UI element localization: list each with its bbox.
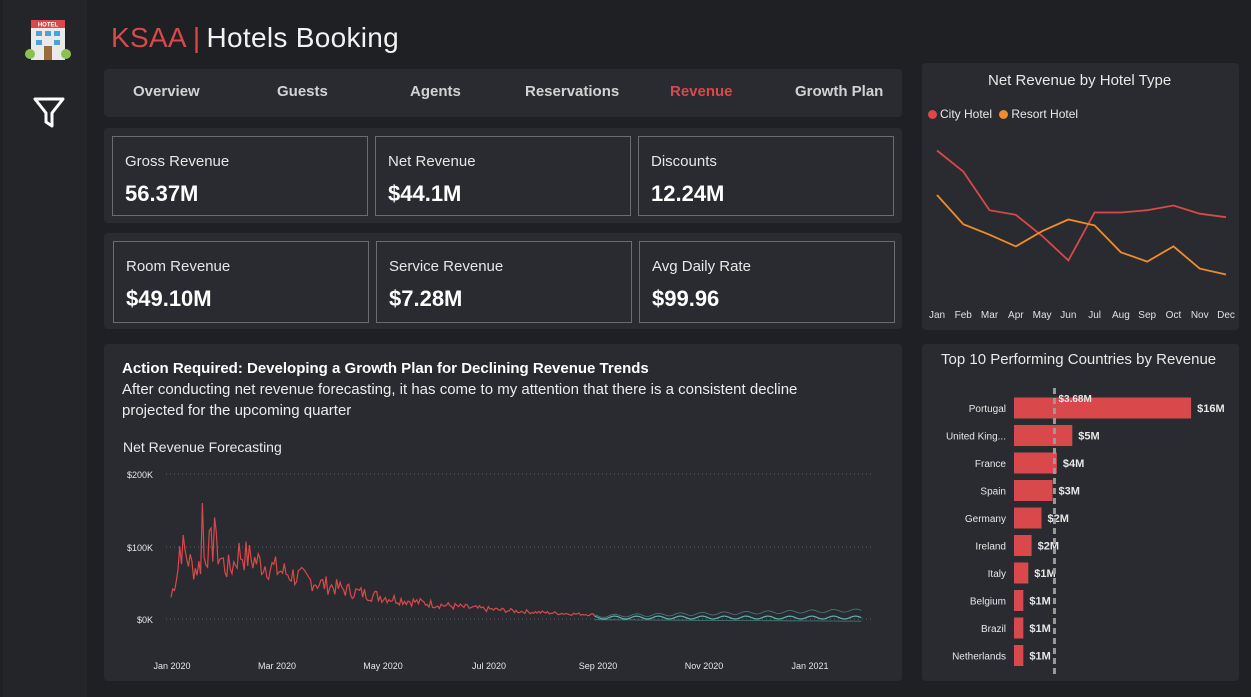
sidebar: HOTEL bbox=[3, 0, 87, 697]
kpi-value: 12.24M bbox=[651, 181, 725, 206]
hotel-sign-text: HOTEL bbox=[38, 23, 59, 29]
kpi-service-revenue: Service Revenue $7.28M bbox=[376, 241, 632, 323]
brand-name: KSAA bbox=[111, 22, 187, 53]
net-revenue-by-hotel-type-panel: Net Revenue by Hotel Type City Hotel Res… bbox=[922, 63, 1239, 330]
bar-value-label: $3M bbox=[1059, 486, 1080, 498]
tab-overview[interactable]: Overview bbox=[133, 83, 200, 100]
kpi-label: Discounts bbox=[651, 153, 717, 170]
country-label: Portugal bbox=[969, 404, 1006, 415]
kpi-label: Service Revenue bbox=[389, 258, 504, 275]
kpi-discounts: Discounts 12.24M bbox=[638, 136, 894, 216]
country-bar bbox=[1014, 397, 1192, 419]
kpi-value: $49.10M bbox=[126, 286, 212, 311]
country-label: Brazil bbox=[981, 624, 1006, 635]
x-tick-label: Jun bbox=[1060, 310, 1076, 321]
bar-value-label: $5M bbox=[1078, 431, 1099, 443]
x-tick-label: Aug bbox=[1112, 310, 1130, 321]
x-tick-label: Nov bbox=[1191, 310, 1209, 321]
kpi-avg-daily-rate: Avg Daily Rate $99.96 bbox=[639, 241, 895, 323]
bar-value-label: $1M bbox=[1029, 596, 1050, 608]
bar-value-label: $4M bbox=[1063, 458, 1084, 470]
bar-value-label: $16M bbox=[1197, 403, 1225, 415]
bar-value-label: $1M bbox=[1034, 568, 1055, 580]
x-tick-label: Sep bbox=[1138, 310, 1156, 321]
x-tick-label: Feb bbox=[955, 310, 973, 321]
kpi-label: Avg Daily Rate bbox=[652, 258, 751, 275]
dashboard-title: Hotels Booking bbox=[206, 22, 400, 53]
kpi-label: Net Revenue bbox=[388, 153, 476, 170]
x-tick-label: Jan bbox=[929, 310, 945, 321]
bar-value-label: $1M bbox=[1029, 623, 1050, 635]
y-tick-label: $0K bbox=[137, 615, 153, 625]
tab-guests[interactable]: Guests bbox=[277, 83, 328, 100]
country-bar bbox=[1014, 590, 1024, 611]
x-tick-label: Dec bbox=[1217, 310, 1235, 321]
x-tick-label: Oct bbox=[1166, 310, 1182, 321]
bar-value-label: $1M bbox=[1029, 651, 1050, 663]
kpi-value: 56.37M bbox=[125, 181, 199, 206]
x-tick-label: Jan 2021 bbox=[791, 661, 828, 671]
filter-icon[interactable] bbox=[33, 96, 65, 130]
top-countries-panel: Top 10 Performing Countries by Revenue P… bbox=[922, 344, 1239, 681]
country-label: Netherlands bbox=[952, 652, 1006, 663]
country-bar bbox=[1014, 480, 1053, 501]
reference-line-label: $3.68M bbox=[1058, 394, 1091, 405]
forecast-lower-bound bbox=[594, 619, 862, 622]
y-tick-label: $100K bbox=[127, 543, 153, 553]
actual-revenue-line bbox=[170, 502, 596, 617]
country-bar bbox=[1014, 562, 1029, 584]
x-tick-label: May bbox=[1033, 310, 1052, 321]
kpi-label: Gross Revenue bbox=[125, 153, 230, 170]
tab-reservations[interactable]: Reservations bbox=[525, 83, 619, 100]
series-line-city-hotel bbox=[936, 149, 1227, 262]
country-label: France bbox=[975, 459, 1007, 470]
x-tick-label: Apr bbox=[1008, 310, 1024, 321]
forecast-panel: Action Required: Developing a Growth Pla… bbox=[104, 344, 902, 681]
kpi-label: Room Revenue bbox=[126, 258, 231, 275]
country-bar bbox=[1014, 617, 1024, 639]
x-tick-label: Jul 2020 bbox=[472, 661, 506, 671]
hotel-icon: HOTEL bbox=[25, 20, 71, 60]
kpi-value: $7.28M bbox=[389, 286, 463, 311]
top-countries-bar-chart: Portugal $16M United King... $5M France $4M Sp… bbox=[946, 388, 1225, 674]
title-separator: | bbox=[192, 22, 201, 53]
x-tick-label: May 2020 bbox=[363, 661, 403, 671]
kpi-gross-revenue: Gross Revenue 56.37M bbox=[112, 136, 368, 216]
forecast-line-chart: $200K $100K $0K Jan 2020 Mar 2020 May 2020 Jul… bbox=[127, 470, 872, 671]
country-bar bbox=[1014, 645, 1024, 666]
x-tick-label: Mar 2020 bbox=[258, 661, 296, 671]
nav-bar: Overview Guests Agents Reservations Reve… bbox=[104, 69, 902, 117]
country-bar bbox=[1014, 535, 1032, 556]
country-bar bbox=[1014, 507, 1042, 529]
country-label: Belgium bbox=[970, 597, 1006, 608]
tab-revenue[interactable]: Revenue bbox=[670, 83, 733, 100]
country-bar bbox=[1014, 425, 1073, 446]
kpi-room-revenue: Room Revenue $49.10M bbox=[113, 241, 369, 323]
x-tick-label: Jul bbox=[1088, 310, 1101, 321]
country-label: Italy bbox=[988, 569, 1006, 580]
kpi-net-revenue: Net Revenue $44.1M bbox=[375, 136, 631, 216]
bar-value-label: $2M bbox=[1048, 513, 1069, 525]
kpi-value: $99.96 bbox=[652, 286, 720, 311]
kpi-row-1: Gross Revenue 56.37M Net Revenue $44.1M … bbox=[104, 128, 902, 223]
y-tick-label: $200K bbox=[127, 470, 153, 480]
country-label: Ireland bbox=[975, 542, 1006, 553]
kpi-value: $44.1M bbox=[388, 181, 462, 206]
hotel-type-line-chart: Jan Feb Mar Apr May Jun Jul Aug Sep Oct Nov Dec bbox=[929, 149, 1235, 321]
x-tick-label: Mar bbox=[981, 310, 999, 321]
x-tick-label: Nov 2020 bbox=[685, 661, 724, 671]
x-tick-label: Sep 2020 bbox=[579, 661, 618, 671]
country-label: Spain bbox=[980, 487, 1006, 498]
tab-agents[interactable]: Agents bbox=[410, 83, 461, 100]
country-label: United King... bbox=[946, 432, 1006, 443]
country-bar bbox=[1014, 452, 1057, 474]
tab-growth-plan[interactable]: Growth Plan bbox=[795, 83, 883, 100]
page-title: KSAA | Hotels Booking bbox=[111, 22, 399, 54]
country-label: Germany bbox=[965, 514, 1006, 525]
x-tick-label: Jan 2020 bbox=[153, 661, 190, 671]
kpi-row-2: Room Revenue $49.10M Service Revenue $7.… bbox=[104, 233, 902, 329]
